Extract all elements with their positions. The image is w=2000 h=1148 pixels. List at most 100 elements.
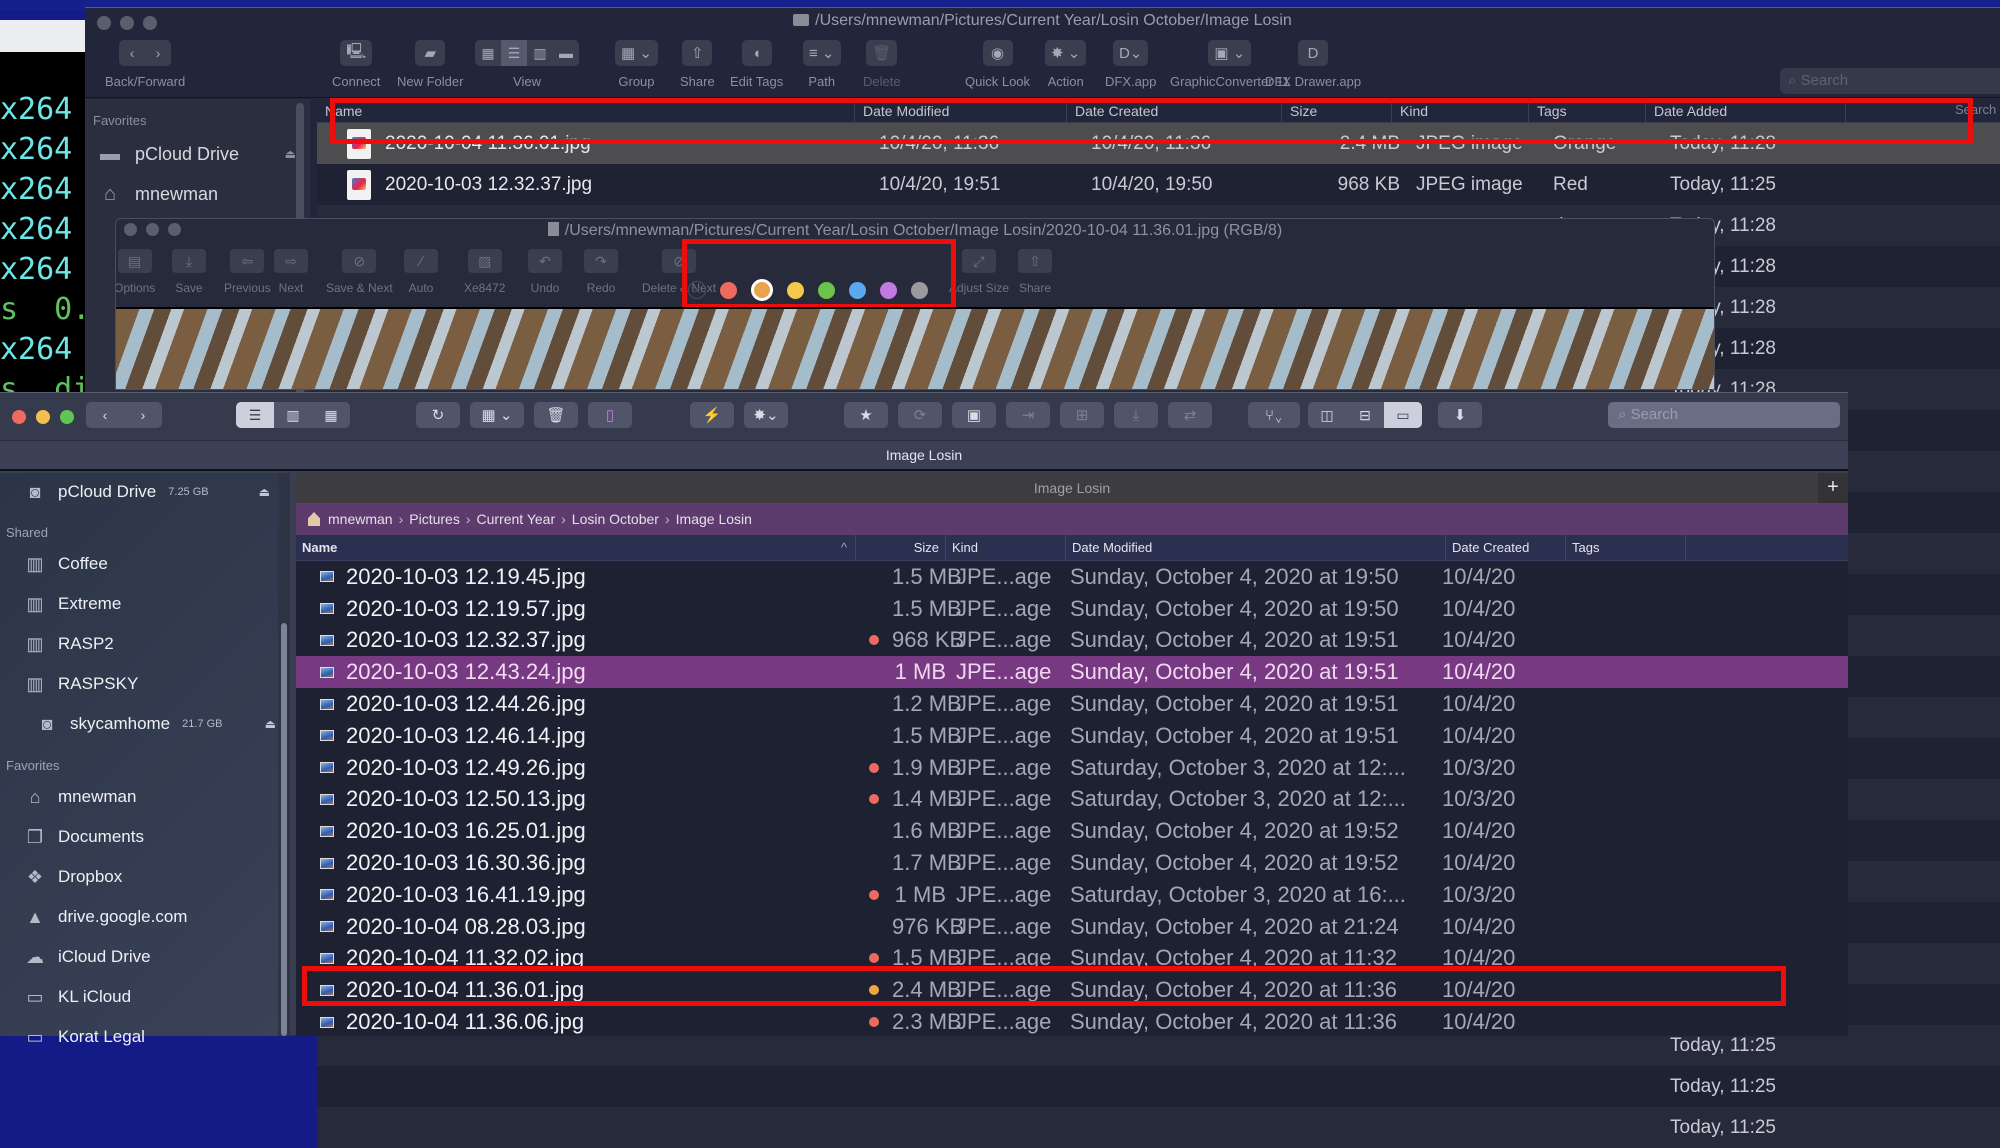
table-row[interactable]: 2020-10-04 11.36.01.jpg 10/4/20, 11:36 10/… — [317, 123, 2000, 164]
list-view-icon[interactable]: ☰ — [236, 402, 274, 428]
quick-action-button[interactable]: ⚡ — [690, 402, 734, 428]
label-color-orange[interactable] — [751, 279, 773, 301]
sidebar-scrollbar[interactable] — [281, 623, 287, 1036]
sidebar-item-raspsky[interactable]: ▥ RASPSKY — [0, 664, 290, 704]
gc-tool-redo[interactable]: ↷ Redo — [584, 249, 618, 295]
action-button[interactable]: ✸⌄ — [744, 402, 788, 428]
merge-button[interactable]: ⇥ — [1006, 402, 1050, 428]
terminal-button[interactable]: ▣ — [952, 402, 996, 428]
new-folder-tool[interactable]: ▰ New Folder — [397, 40, 463, 89]
download-button[interactable]: ⬇ — [1438, 402, 1482, 428]
icon-view-icon[interactable]: ▦ — [312, 402, 350, 428]
dfx-app-tool[interactable]: D⌄ DFX.app — [1105, 40, 1156, 89]
quick-look-tool[interactable]: ◉ Quick Look — [965, 40, 1030, 89]
sidebar-item-korat-legal[interactable]: ▭ Korat Legal — [0, 1017, 290, 1057]
sidebar-item-rasp2[interactable]: ▥ RASP2 — [0, 624, 290, 664]
search-input[interactable]: ⌕ Search — [1608, 402, 1840, 428]
sidebar-item-skycamhome[interactable]: ◙ skycamhome 21.7 GB ⏏ — [0, 704, 290, 744]
table-row[interactable]: 2020-10-03 12.50.13.jpg 1.4 MB JPE...age Sa… — [296, 784, 1848, 816]
new-folder-button[interactable]: ⊞ — [1060, 402, 1104, 428]
table-row[interactable]: 2020-10-03 16.30.36.jpg 1.7 MB JPE...age Su… — [296, 847, 1848, 879]
icon-view-icon[interactable]: ▦ — [475, 40, 501, 66]
column-header-kind[interactable]: Kind — [1392, 99, 1529, 122]
delete-button[interactable]: 🗑 — [534, 402, 578, 428]
sidebar-item-coffee[interactable]: ▥ Coffee — [0, 544, 290, 584]
no-label-icon[interactable]: ✕ — [688, 281, 706, 299]
gc-tool-undo[interactable]: ↶ Undo — [528, 249, 562, 295]
back-button[interactable]: ‹ — [86, 402, 124, 428]
table-row[interactable]: 2020-10-04 08.28.03.jpg 976 KB JPE...age Su… — [296, 911, 1848, 943]
refresh-button[interactable]: ↻ — [416, 402, 460, 428]
list-view-icon[interactable]: ☰ — [501, 40, 527, 66]
label-color-blue[interactable] — [849, 281, 866, 299]
table-row[interactable]: 2020-10-03 12.19.45.jpg 1.5 MB JPE...age Su… — [296, 561, 1848, 593]
column-header-kind[interactable]: Kind — [946, 535, 1066, 560]
close-button[interactable] — [12, 410, 26, 424]
compare-button[interactable]: ⇄ — [1168, 402, 1212, 428]
sync-button[interactable]: ⟳ — [898, 402, 942, 428]
drop-stack-button[interactable]: ⤓ — [1114, 402, 1158, 428]
breadcrumb-item[interactable]: mnewman — [328, 503, 393, 535]
table-row[interactable]: 2020-10-03 12.32.37.jpg 968 KB JPE...age Su… — [296, 625, 1848, 657]
gc-tool-auto[interactable]: ⁄ Auto — [404, 249, 438, 295]
gc-tool-save-next[interactable]: ⊘ Save & Next — [326, 249, 393, 295]
delete-tool[interactable]: 🗑 Delete — [863, 40, 901, 89]
gc-tool-previous[interactable]: ⇦ Previous — [224, 249, 271, 295]
gc-tool-next[interactable]: ⇨ Next — [274, 249, 308, 295]
forward-button[interactable]: › — [124, 402, 162, 428]
table-row[interactable]: 2020-10-03 16.25.01.jpg 1.6 MB JPE...age Su… — [296, 815, 1848, 847]
eject-icon[interactable]: ⏏ — [259, 485, 270, 499]
sidebar-item-mnewman[interactable]: ⌂ mnewman — [85, 174, 310, 214]
table-row[interactable]: 2020-10-03 16.41.19.jpg 1 MB JPE...age Satu… — [296, 879, 1848, 911]
sidebar-item-kl-icloud[interactable]: ▭ KL iCloud — [0, 977, 290, 1017]
breadcrumb-item[interactable]: Current Year — [477, 503, 556, 535]
label-color-yellow[interactable] — [787, 281, 804, 299]
table-row[interactable]: Today, 11:25 — [317, 1107, 2000, 1148]
adjust-size-tool[interactable]: ⤢ Adjust Size — [949, 249, 1009, 295]
path-tool[interactable]: ≡ ⌄ Path — [803, 40, 841, 89]
breadcrumb-item[interactable]: Image Losin — [676, 503, 752, 535]
back-button[interactable]: ‹ — [119, 40, 145, 66]
gc-tool-options[interactable]: ▤ Options — [116, 249, 155, 295]
git-button[interactable]: ⑂⌄ — [1248, 402, 1300, 428]
sidebar-item-icloud-drive[interactable]: ☁ iCloud Drive — [0, 937, 290, 977]
group-tool[interactable]: ▦ ⌄ Group — [615, 40, 658, 89]
column-header-tags[interactable]: Tags — [1566, 535, 1686, 560]
sidebar-item-documents[interactable]: ❐ Documents — [0, 817, 290, 857]
new-file-button[interactable]: ▯ — [588, 402, 632, 428]
search-input[interactable]: ⌕ Search — [1780, 68, 2000, 94]
table-row[interactable]: 2020-10-03 12.43.24.jpg 1 MB JPE...age Sund… — [296, 656, 1848, 689]
column-header-date-modified[interactable]: Date Modified — [855, 99, 1067, 122]
label-color-red[interactable] — [720, 281, 737, 299]
column-header-name[interactable]: Name ^ — [296, 535, 856, 560]
column-view-icon[interactable]: ▥ — [527, 40, 553, 66]
table-row[interactable]: 2020-10-03 12.46.14.jpg 1.5 MB JPE...age Su… — [296, 720, 1848, 752]
column-header-date-added[interactable]: Date Added — [1646, 99, 1846, 122]
label-color-green[interactable] — [818, 281, 835, 299]
dual-pane-icon[interactable]: ◫ — [1308, 402, 1346, 428]
sidebar-item-pcloud-drive[interactable]: ▬ pCloud Drive ⏏ — [85, 134, 310, 174]
connect-tool[interactable]: 🖳 Connect — [332, 40, 380, 89]
column-header-name[interactable]: Name — [317, 99, 855, 122]
sidebar-item-mnewman[interactable]: ⌂ mnewman — [0, 777, 290, 817]
table-row[interactable]: 2020-10-04 11.36.06.jpg 2.3 MB JPE...age Su… — [296, 1006, 1848, 1038]
table-row[interactable]: 2020-10-03 12.19.57.jpg 1.5 MB JPE...age Su… — [296, 593, 1848, 625]
column-header-date-created[interactable]: Date Created — [1067, 99, 1282, 122]
split-horizontal-icon[interactable]: ⊟ — [1346, 402, 1384, 428]
action-tool[interactable]: ✸ ⌄ Action — [1045, 40, 1087, 89]
share-tool[interactable]: ⇧ Share — [1018, 249, 1052, 295]
share-tool[interactable]: ⇧ Share — [680, 40, 715, 89]
column-header-size[interactable]: Size — [856, 535, 946, 560]
label-color-purple[interactable] — [880, 281, 897, 299]
sidebar-item-drive-google-com[interactable]: ▲ drive.google.com — [0, 897, 290, 937]
column-header-size[interactable]: Size — [1282, 99, 1392, 122]
column-header-tags[interactable]: Tags — [1529, 99, 1646, 122]
table-row[interactable]: 2020-10-03 12.32.37.jpg 10/4/20, 19:51 10/… — [317, 164, 2000, 205]
column-view-icon[interactable]: ▥ — [274, 402, 312, 428]
dfx-drawer-tool[interactable]: D DFX Drawer.app — [1265, 40, 1361, 89]
zoom-button[interactable] — [60, 410, 74, 424]
forward-button[interactable]: › — [145, 40, 171, 66]
eject-icon[interactable]: ⏏ — [265, 717, 276, 731]
gc-tool-save[interactable]: ⤓ Save — [172, 249, 206, 295]
breadcrumb-item[interactable]: Losin October — [572, 503, 659, 535]
